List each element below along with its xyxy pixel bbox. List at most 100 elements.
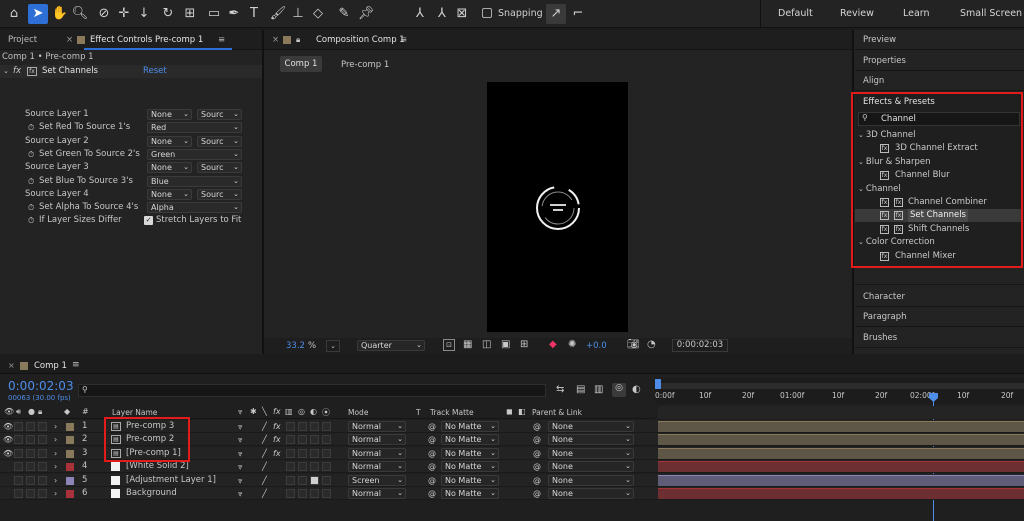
track-matte-header[interactable]: Track Matte (430, 408, 474, 417)
shy-switch-icon[interactable]: ⩔ (238, 407, 243, 417)
motion-blur-switch-icon[interactable]: ◎ (298, 407, 305, 416)
adjustment-switch[interactable] (310, 475, 319, 485)
layer-duration-bar[interactable] (658, 421, 1024, 432)
tab-comp1[interactable]: Comp 1 (34, 361, 67, 371)
axis-view-icon[interactable]: ⊠ (452, 4, 472, 24)
panel-character[interactable]: Character (863, 292, 905, 302)
video-switch-icon[interactable]: 👁︎ (4, 407, 14, 416)
label-color-swatch[interactable] (66, 476, 74, 485)
label-color-swatch[interactable] (66, 463, 74, 472)
frame-blend-switch[interactable] (286, 475, 295, 485)
mode-dropdown[interactable]: Screen ⌄ (348, 474, 406, 486)
shy-switch-icon[interactable]: ⩔ (238, 460, 243, 473)
quality-switch-icon[interactable]: ╱ (262, 433, 267, 446)
timeline-timecode[interactable]: 0:00:02:03 (8, 379, 74, 393)
zoom-value[interactable]: 33.2 (286, 341, 305, 351)
channel-dropdown[interactable]: Alpha ⌄ (147, 202, 242, 214)
track-matte-dropdown[interactable]: No Matte ⌄ (441, 488, 499, 499)
resolution-dropdown[interactable]: Quarter ⌄ (357, 340, 425, 351)
adjustment-switch[interactable] (310, 462, 319, 472)
layer-name-header[interactable]: Layer Name (112, 408, 157, 417)
adjustment-switch[interactable] (310, 489, 319, 498)
parent-dropdown[interactable]: None ⌄ (548, 474, 634, 486)
chevron-right-icon[interactable]: › (54, 420, 57, 433)
quality-switch-icon[interactable]: ╱ (262, 487, 267, 500)
solo-switch[interactable] (26, 435, 35, 445)
channel-icon[interactable]: ◆ (549, 339, 557, 350)
audio-switch[interactable] (14, 489, 23, 498)
snapping-checkbox[interactable] (482, 8, 492, 18)
shy-layers-icon[interactable]: ▥ (594, 384, 603, 395)
work-area-start-handle[interactable] (655, 379, 661, 389)
chevron-right-icon[interactable]: › (54, 487, 57, 500)
stopwatch-icon[interactable]: ⏱︎ (28, 201, 34, 214)
snap-options-icon[interactable]: ↗ (546, 4, 566, 24)
parent-pickwhip-icon[interactable]: @ (533, 433, 541, 446)
quality-switch-icon[interactable]: ╲ (262, 407, 267, 416)
solo-switch[interactable] (26, 489, 35, 498)
3d-switch[interactable] (322, 435, 331, 445)
effect-switch-icon[interactable]: fx (273, 447, 281, 460)
workspace-small-screen[interactable]: Small Screen (960, 8, 1022, 19)
workspace-review[interactable]: Review (840, 8, 874, 19)
layer-name[interactable]: [White Solid 2] (126, 460, 189, 473)
snap-toggle-icon[interactable]: ⌐ (568, 4, 588, 24)
layer-name[interactable]: [Adjustment Layer 1] (126, 474, 216, 487)
puppet-pin-tool-icon[interactable]: 📌︎ (356, 4, 376, 24)
parent-pickwhip-icon[interactable]: @ (533, 420, 541, 433)
parent-dropdown[interactable]: None ⌄ (548, 434, 634, 446)
3d-switch[interactable] (322, 475, 331, 485)
lock-switch[interactable] (38, 448, 47, 458)
audio-switch[interactable] (14, 462, 23, 472)
parent-pickwhip-icon[interactable]: @ (533, 487, 541, 500)
source-layer-dropdown[interactable]: None ⌄ (147, 109, 192, 120)
mode-dropdown[interactable]: Normal ⌄ (348, 434, 406, 446)
solo-switch[interactable] (26, 422, 35, 431)
shy-switch-icon[interactable]: ⩔ (238, 487, 243, 500)
draft-3d-icon[interactable]: ▤ (576, 384, 585, 395)
pan-behind-tool-icon[interactable]: ⊞ (180, 4, 200, 24)
hand-tool-icon[interactable]: ✋ (50, 4, 70, 24)
effect-switch-icon[interactable]: fx (273, 420, 281, 433)
close-icon[interactable]: × (66, 35, 73, 45)
3d-switch[interactable] (322, 422, 331, 431)
panel-properties[interactable]: Properties (863, 56, 906, 66)
solo-switch[interactable] (26, 448, 35, 458)
zoom-tool-icon[interactable]: 🔍︎ (70, 4, 90, 24)
lock-switch[interactable] (38, 489, 47, 498)
frame-blending-icon[interactable]: ◎ (612, 383, 626, 397)
stopwatch-icon[interactable]: ⏱︎ (28, 121, 34, 134)
close-icon[interactable]: × (272, 35, 279, 45)
layer-row[interactable]: › 4 [White Solid 2] ⩔ ╱ Normal ⌄ @ No Matte ⌄ @ Non… (0, 460, 1024, 474)
brush-tool-icon[interactable]: 🖌︎ (268, 4, 288, 24)
motion-blur-switch[interactable] (298, 435, 307, 445)
workspace-default[interactable]: Default (778, 8, 813, 19)
adjustment-switch-icon[interactable]: ◐ (310, 407, 317, 416)
pan-tool-icon[interactable]: ✛ (114, 4, 134, 24)
snapshot-camera-icon[interactable]: 📷︎ (627, 339, 640, 350)
source-layer-dropdown[interactable]: None ⌄ (147, 135, 192, 147)
audio-switch-icon[interactable]: 🔊︎ (16, 407, 21, 417)
panel-align[interactable]: Align (863, 76, 884, 86)
roto-brush-tool-icon[interactable]: ✎ (334, 4, 354, 24)
lock-switch[interactable] (38, 462, 47, 472)
quality-switch-icon[interactable]: ╱ (262, 420, 267, 433)
close-icon[interactable]: × (8, 361, 15, 370)
parent-dropdown[interactable]: None ⌄ (548, 447, 634, 459)
track-matte-pickwhip-icon[interactable]: @ (428, 447, 436, 460)
layer-row[interactable]: › 6 Background ⩔ ╱ Normal ⌄ @ No Matte ⌄ @ None ⌄ (0, 487, 1024, 500)
frame-blend-switch[interactable] (286, 422, 295, 431)
3d-switch[interactable] (322, 448, 331, 458)
fx-icon[interactable]: fx (13, 65, 21, 78)
track-matte-dropdown[interactable]: No Matte ⌄ (441, 434, 499, 446)
rotate-tool-icon[interactable]: ↻ (158, 4, 178, 24)
stretch-layers-checkbox[interactable]: ✓ (144, 216, 153, 226)
mode-header[interactable]: Mode (348, 408, 368, 417)
frame-blend-switch[interactable] (286, 489, 295, 498)
panel-menu-icon[interactable]: ≡ (72, 360, 80, 370)
label-tag-icon[interactable]: ◆ (64, 407, 70, 416)
motion-blur-switch[interactable] (298, 448, 307, 458)
exposure-value[interactable]: +0.0 (586, 341, 607, 351)
workspace-learn[interactable]: Learn (903, 8, 930, 19)
track-matte-dropdown[interactable]: No Matte ⌄ (441, 447, 499, 459)
